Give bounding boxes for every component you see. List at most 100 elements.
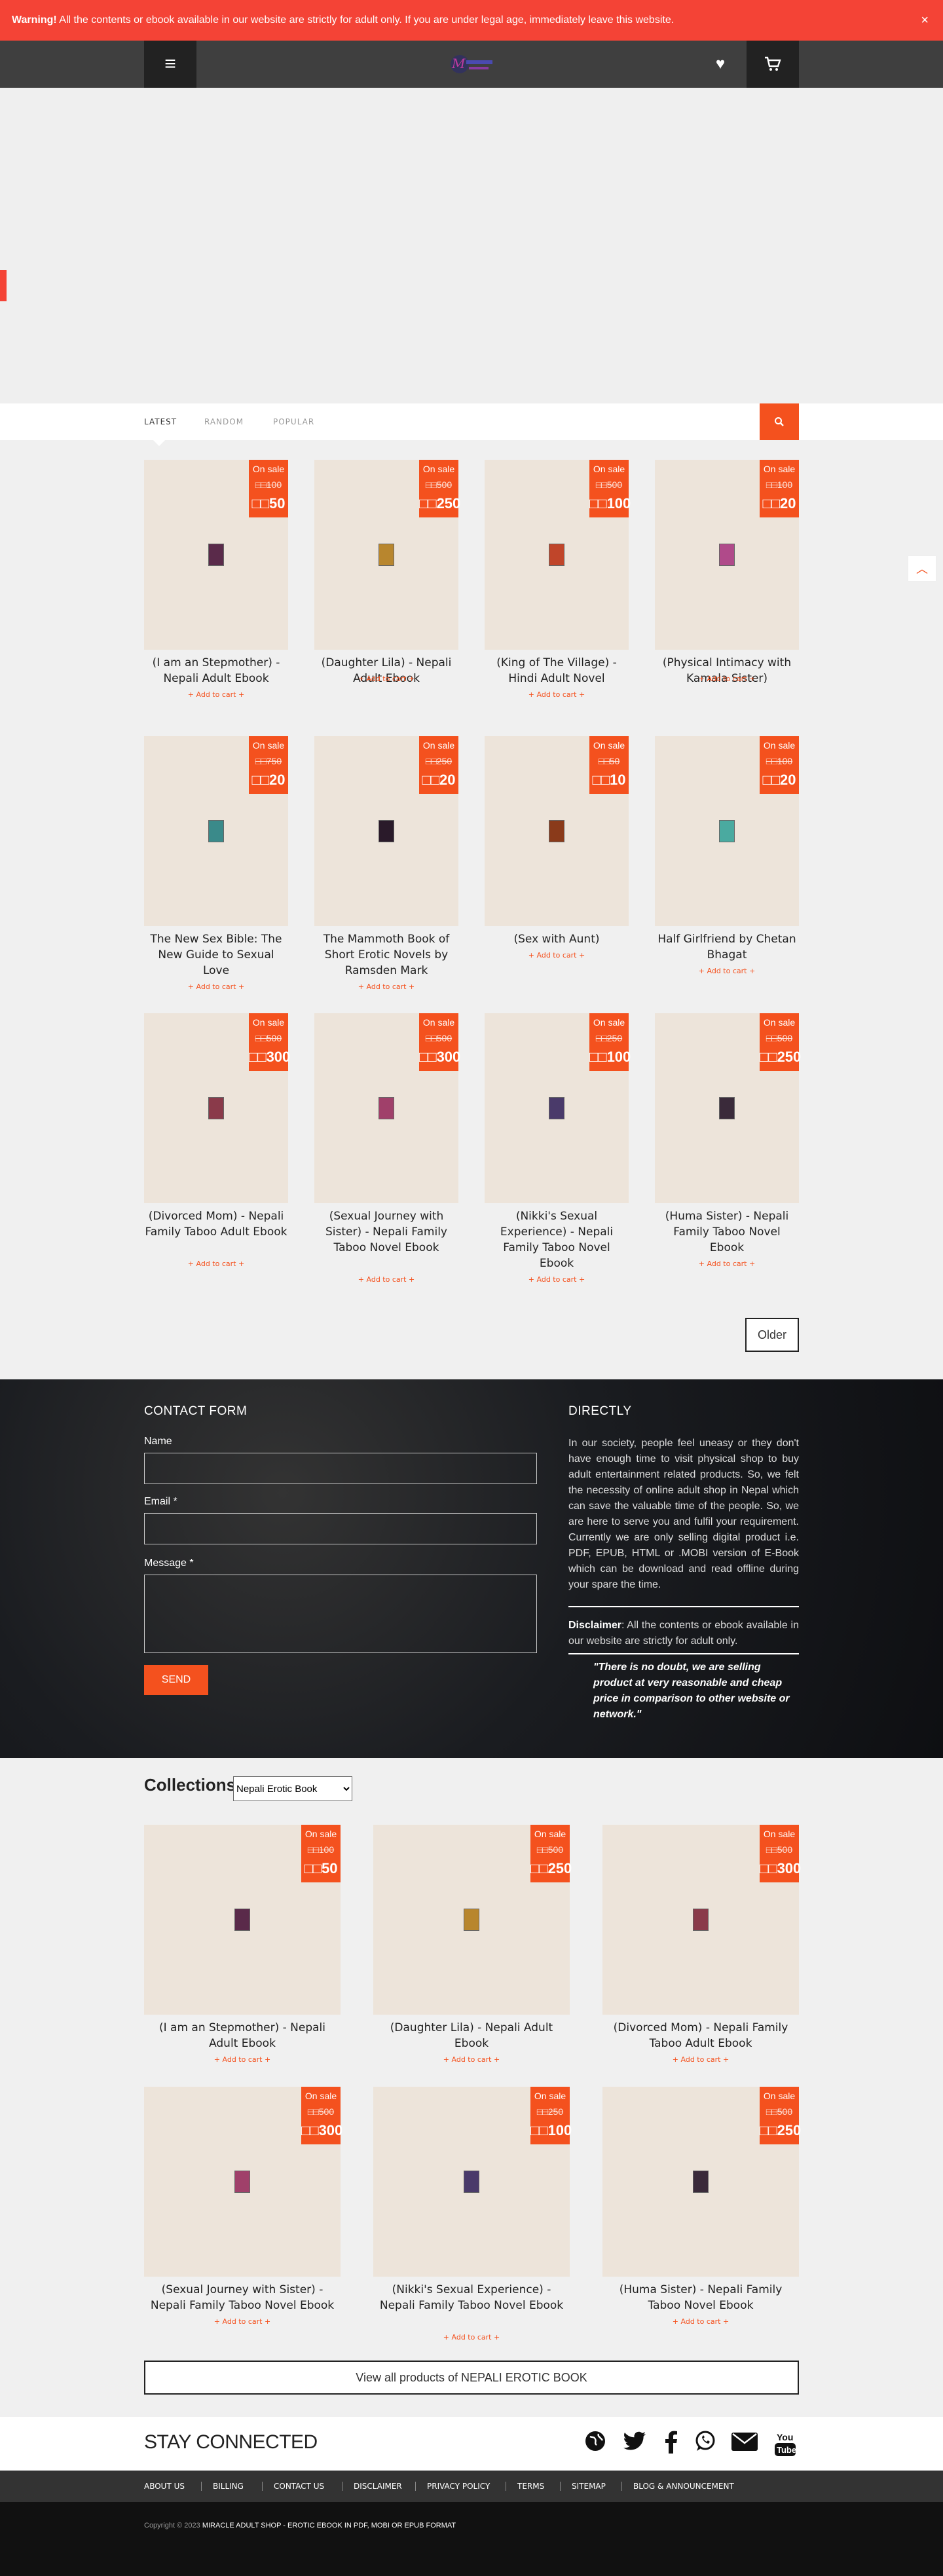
tab-random[interactable]: RANDOM — [204, 403, 244, 440]
add-to-cart-link[interactable]: + Add to cart + — [314, 1275, 458, 1284]
add-to-cart-link[interactable]: + Add to cart + — [602, 2055, 799, 2064]
older-posts-button[interactable]: Older — [745, 1318, 799, 1352]
sale-badge: On sale □□500 □□300 — [301, 2087, 342, 2144]
old-price: □□500 — [255, 1033, 282, 1043]
add-to-cart-link[interactable]: + Add to cart + — [655, 675, 799, 683]
product-thumbnail[interactable]: On sale □□500 □□300 — [314, 1013, 460, 1203]
product-title[interactable]: (Sexual Journey with Sister) - Nepali Fa… — [314, 1208, 458, 1256]
divider — [568, 1653, 799, 1654]
product-title[interactable]: The New Sex Bible: The New Guide to Sexu… — [144, 931, 288, 979]
twitter-icon[interactable] — [621, 2430, 648, 2457]
sale-label: On sale — [593, 740, 625, 751]
scroll-top-button[interactable]: ︿ — [908, 555, 936, 582]
product-thumbnail[interactable]: On sale □□500 □□300 — [602, 1825, 801, 2015]
slider-handle[interactable] — [0, 270, 7, 301]
add-to-cart-link[interactable]: + Add to cart + — [144, 690, 288, 699]
facebook-icon[interactable] — [657, 2430, 685, 2457]
sale-price: □□250 — [530, 1860, 572, 1876]
menu-icon[interactable]: ≡ — [144, 41, 196, 88]
book-cover-image — [234, 1909, 250, 1931]
tab-popular[interactable]: POPULAR — [273, 403, 314, 440]
footer-link[interactable]: TERMS — [517, 2471, 544, 2502]
product-title[interactable]: (Nikki's Sexual Experience) - Nepali Fam… — [373, 2282, 570, 2313]
heart-icon[interactable]: ♥ — [694, 41, 747, 88]
product-title[interactable]: (Huma Sister) - Nepali Family Taboo Nove… — [655, 1208, 799, 1256]
email-field[interactable] — [144, 1513, 537, 1544]
product-thumbnail[interactable]: On sale □□500 □□250 — [314, 460, 460, 650]
product-thumbnail[interactable]: On sale □□50 □□10 — [485, 736, 629, 926]
footer-link[interactable]: PRIVACY POLICY — [427, 2471, 490, 2502]
send-button[interactable]: SEND — [144, 1665, 208, 1695]
product-thumbnail[interactable]: On sale □□250 □□100 — [485, 1013, 631, 1203]
product-title[interactable]: (Sex with Aunt) — [485, 931, 629, 947]
footer-link[interactable]: CONTACT US — [274, 2471, 324, 2502]
product-thumbnail[interactable]: On sale □□100 □□50 — [144, 460, 288, 650]
tab-latest[interactable]: LATEST — [144, 403, 177, 440]
product-title[interactable]: (Huma Sister) - Nepali Family Taboo Nove… — [602, 2282, 799, 2313]
product-thumbnail[interactable]: On sale □□100 □□50 — [144, 1825, 341, 2015]
footer-link[interactable]: DISCLAIMER — [354, 2471, 402, 2502]
product-thumbnail[interactable]: On sale □□500 □□300 — [144, 1013, 290, 1203]
add-to-cart-link[interactable]: + Add to cart + — [655, 967, 799, 975]
footer-link[interactable]: BLOG & ANNOUNCEMENT — [633, 2471, 734, 2502]
add-to-cart-link[interactable]: + Add to cart + — [485, 951, 629, 960]
add-to-cart-link[interactable]: + Add to cart + — [602, 2317, 799, 2326]
product-thumbnail[interactable]: On sale □□500 □□250 — [373, 1825, 572, 2015]
youtube-icon[interactable]: You Tube — [771, 2430, 799, 2457]
product-title[interactable]: (Daughter Lila) - Nepali Adult Ebook — [373, 2020, 570, 2051]
product-thumbnail[interactable]: On sale □□250 □□100 — [373, 2087, 572, 2277]
view-all-button[interactable]: View all products of NEPALI EROTIC BOOK — [144, 2361, 799, 2395]
add-to-cart-link[interactable]: + Add to cart + — [485, 1275, 629, 1284]
footer-link[interactable]: SITEMAP — [572, 2471, 606, 2502]
product-thumbnail[interactable]: On sale □□500 □□250 — [655, 1013, 801, 1203]
add-to-cart-link[interactable]: + Add to cart + — [373, 2055, 570, 2064]
message-field[interactable] — [144, 1575, 537, 1653]
product-title[interactable]: (I am an Stepmother) - Nepali Adult Eboo… — [144, 2020, 341, 2051]
product-thumbnail[interactable]: On sale □□500 □□100 — [485, 460, 631, 650]
sale-label: On sale — [422, 740, 455, 751]
add-to-cart-link[interactable]: + Add to cart + — [314, 982, 458, 991]
search-icon[interactable] — [760, 403, 799, 440]
add-to-cart-link[interactable]: + Add to cart + — [144, 2055, 341, 2064]
footer-link[interactable]: BILLING — [213, 2471, 244, 2502]
divider — [568, 1606, 799, 1607]
sale-label: On sale — [252, 464, 285, 474]
site-logo[interactable]: M — [443, 50, 500, 79]
sale-price: □□10 — [592, 772, 626, 788]
cart-icon[interactable] — [747, 41, 799, 88]
name-field[interactable] — [144, 1453, 537, 1484]
add-to-cart-link[interactable]: + Add to cart + — [373, 2333, 570, 2342]
globe-icon[interactable] — [582, 2430, 609, 2457]
sale-badge: On sale □□500 □□250 — [760, 2087, 801, 2144]
product-thumbnail[interactable]: On sale □□100 □□20 — [655, 460, 799, 650]
book-cover-image — [719, 544, 735, 566]
product-thumbnail[interactable]: On sale □□100 □□20 — [655, 736, 799, 926]
product-thumbnail[interactable]: On sale □□250 □□20 — [314, 736, 458, 926]
product-title[interactable]: (King of The Village) - Hindi Adult Nove… — [485, 655, 629, 686]
whatsapp-icon[interactable] — [692, 2430, 719, 2457]
sale-label: On sale — [763, 1829, 796, 1839]
close-icon[interactable]: × — [921, 0, 929, 41]
product-title[interactable]: (Nikki's Sexual Experience) - Nepali Fam… — [485, 1208, 629, 1271]
product-title[interactable]: (Divorced Mom) - Nepali Family Taboo Adu… — [602, 2020, 799, 2051]
sale-price: □□100 — [589, 495, 631, 512]
sale-label: On sale — [763, 740, 796, 751]
footer-link[interactable]: ABOUT US — [144, 2471, 185, 2502]
add-to-cart-link[interactable]: + Add to cart + — [144, 2317, 341, 2326]
product-title[interactable]: The Mammoth Book of Short Erotic Novels … — [314, 931, 458, 979]
product-title[interactable]: (Sexual Journey with Sister) - Nepali Fa… — [144, 2282, 341, 2313]
add-to-cart-link[interactable]: + Add to cart + — [144, 982, 288, 991]
add-to-cart-link[interactable]: + Add to cart + — [655, 1260, 799, 1268]
product-title[interactable]: (I am an Stepmother) - Nepali Adult Eboo… — [144, 655, 288, 686]
sale-price: □□20 — [762, 772, 796, 788]
add-to-cart-link[interactable]: + Add to cart + — [485, 690, 629, 699]
product-title[interactable]: (Divorced Mom) - Nepali Family Taboo Adu… — [144, 1208, 288, 1240]
add-to-cart-link[interactable]: + Add to cart + — [144, 1260, 288, 1268]
product-thumbnail[interactable]: On sale □□500 □□300 — [144, 2087, 342, 2277]
product-thumbnail[interactable]: On sale □□500 □□250 — [602, 2087, 801, 2277]
product-thumbnail[interactable]: On sale □□750 □□20 — [144, 736, 288, 926]
email-icon[interactable] — [731, 2430, 758, 2457]
collection-select[interactable]: Nepali Erotic Book — [233, 1776, 352, 1801]
product-title[interactable]: Half Girlfriend by Chetan Bhagat — [655, 931, 799, 963]
add-to-cart-link[interactable]: + Add to cart + — [314, 675, 458, 683]
